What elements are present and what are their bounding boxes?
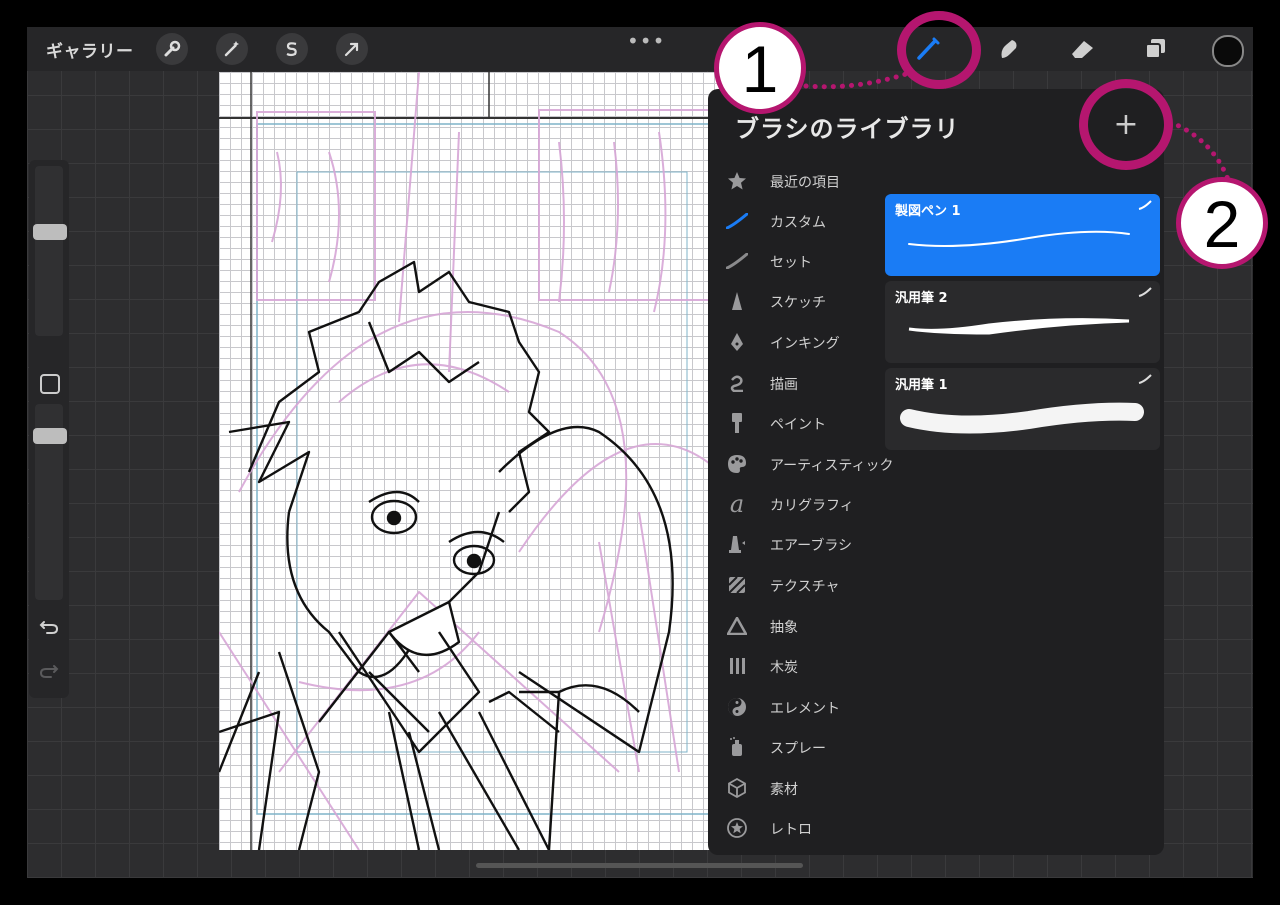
annotation-number-2: 2 (1176, 177, 1268, 269)
annotation-ring-brush (897, 11, 981, 89)
annotation-number-1: 1 (714, 22, 806, 114)
annotation-ring-add (1079, 79, 1173, 170)
